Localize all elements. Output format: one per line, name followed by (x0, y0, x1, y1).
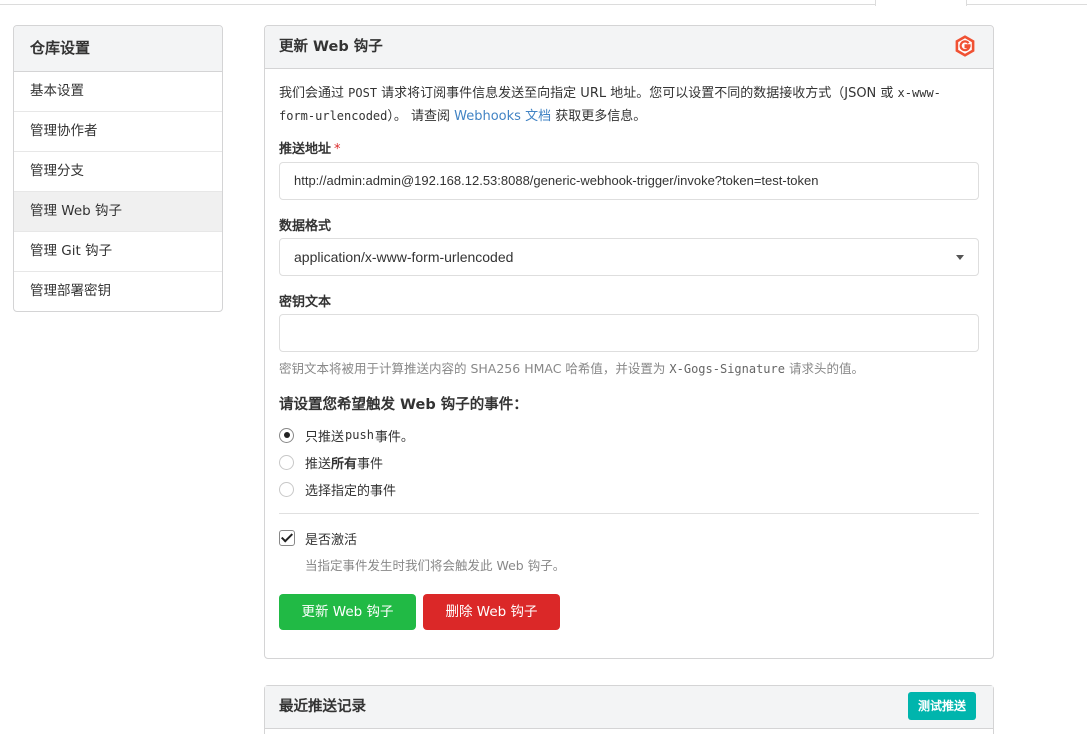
active-checkbox[interactable] (279, 530, 295, 546)
signature-header-code: X-Gogs-Signature (669, 362, 785, 376)
desc-text: 获取更多信息。 (551, 109, 647, 124)
panel-header: 更新 Web 钩子 (265, 26, 993, 69)
secret-input[interactable] (279, 314, 979, 352)
option-text: 推送 (305, 456, 332, 472)
payload-url-input[interactable]: http://admin:admin@192.168.12.53:8088/ge… (279, 162, 979, 200)
top-tabs-border (0, 0, 875, 5)
desc-text: 我们会通过 (279, 86, 349, 101)
option-text: 事件。 (374, 429, 414, 445)
secret-help: 密钥文本将被用于计算推送内容的 SHA256 HMAC 哈希值，并设置为 X-G… (279, 358, 864, 377)
secret-help-text: 请求头的值。 (784, 361, 864, 376)
content-type-value: application/x-www-form-urlencoded (294, 249, 514, 265)
active-checkbox-row[interactable]: 是否激活 (279, 528, 357, 548)
active-label: 是否激活 (305, 532, 358, 548)
push-code: push (345, 428, 374, 442)
delete-webhook-button[interactable]: 删除 Web 钩子 (423, 594, 560, 630)
secret-label: 密钥文本 (279, 295, 332, 310)
dropdown-caret-icon (956, 255, 964, 260)
sidebar-item-deploy-keys[interactable]: 管理部署密钥 (14, 272, 222, 311)
required-mark: * (334, 142, 341, 157)
event-option-choose[interactable]: 选择指定的事件 (279, 479, 396, 499)
divider (279, 513, 979, 514)
top-tabs-border-right (967, 0, 1087, 5)
sidebar-item-options[interactable]: 基本设置 (14, 72, 222, 112)
payload-url-label-text: 推送地址 (279, 142, 332, 157)
radio-all-events[interactable] (279, 454, 294, 470)
sidebar-item-webhooks[interactable]: 管理 Web 钩子 (14, 192, 222, 232)
sidebar-title: 仓库设置 (14, 26, 222, 72)
update-webhook-panel: 更新 Web 钩子 我们会通过 POST 请求将订阅事件信息发送至向指定 URL… (264, 25, 994, 659)
desc-text: ）。 请查阅 (387, 109, 455, 124)
option-bold-text: 所有 (331, 456, 358, 472)
gogs-logo-icon (955, 35, 975, 57)
webhooks-docs-link[interactable]: Webhooks 文档 (454, 109, 551, 124)
option-text: 选择指定的事件 (305, 483, 397, 499)
events-title: 请设置您希望触发 Web 钩子的事件： (279, 397, 528, 413)
content-type-select[interactable]: application/x-www-form-urlencoded (279, 238, 979, 276)
update-webhook-button[interactable]: 更新 Web 钩子 (279, 594, 416, 630)
sidebar-item-branches[interactable]: 管理分支 (14, 152, 222, 192)
event-option-push-only[interactable]: 只推送 push 事件。 (279, 425, 414, 445)
settings-sidebar: 仓库设置 基本设置 管理协作者 管理分支 管理 Web 钩子 管理 Git 钩子… (13, 25, 223, 312)
payload-url-label: 推送地址 * (279, 138, 341, 157)
checkmark-icon (280, 530, 294, 543)
secret-help-text: 密钥文本将被用于计算推送内容的 SHA256 HMAC 哈希值，并设置为 (279, 361, 670, 376)
desc-text: 请求将订阅事件信息发送至向指定 URL 地址。您可以设置不同的数据接收方式（JS… (377, 86, 898, 101)
option-text: 事件 (357, 456, 384, 472)
event-option-all[interactable]: 推送 所有 事件 (279, 452, 383, 472)
recent-deliveries-panel: 最近推送记录 测试推送 (264, 685, 994, 734)
radio-push-only[interactable] (279, 427, 294, 443)
webhook-description: 我们会通过 POST 请求将订阅事件信息发送至向指定 URL 地址。您可以设置不… (279, 82, 969, 128)
recent-deliveries-title: 最近推送记录 (279, 699, 366, 715)
top-active-tab[interactable] (875, 0, 967, 6)
sidebar-item-collaborators[interactable]: 管理协作者 (14, 112, 222, 152)
active-help: 当指定事件发生时我们将会触发此 Web 钩子。 (305, 558, 566, 573)
sidebar-item-git-hooks[interactable]: 管理 Git 钩子 (14, 232, 222, 272)
content-type-label: 数据格式 (279, 219, 332, 234)
radio-choose-events[interactable] (279, 481, 294, 497)
desc-post-code: POST (348, 86, 378, 100)
option-text: 只推送 (305, 429, 345, 445)
panel-title: 更新 Web 钩子 (279, 39, 383, 55)
recent-deliveries-header: 最近推送记录 测试推送 (265, 686, 993, 729)
test-delivery-button[interactable]: 测试推送 (907, 692, 976, 720)
